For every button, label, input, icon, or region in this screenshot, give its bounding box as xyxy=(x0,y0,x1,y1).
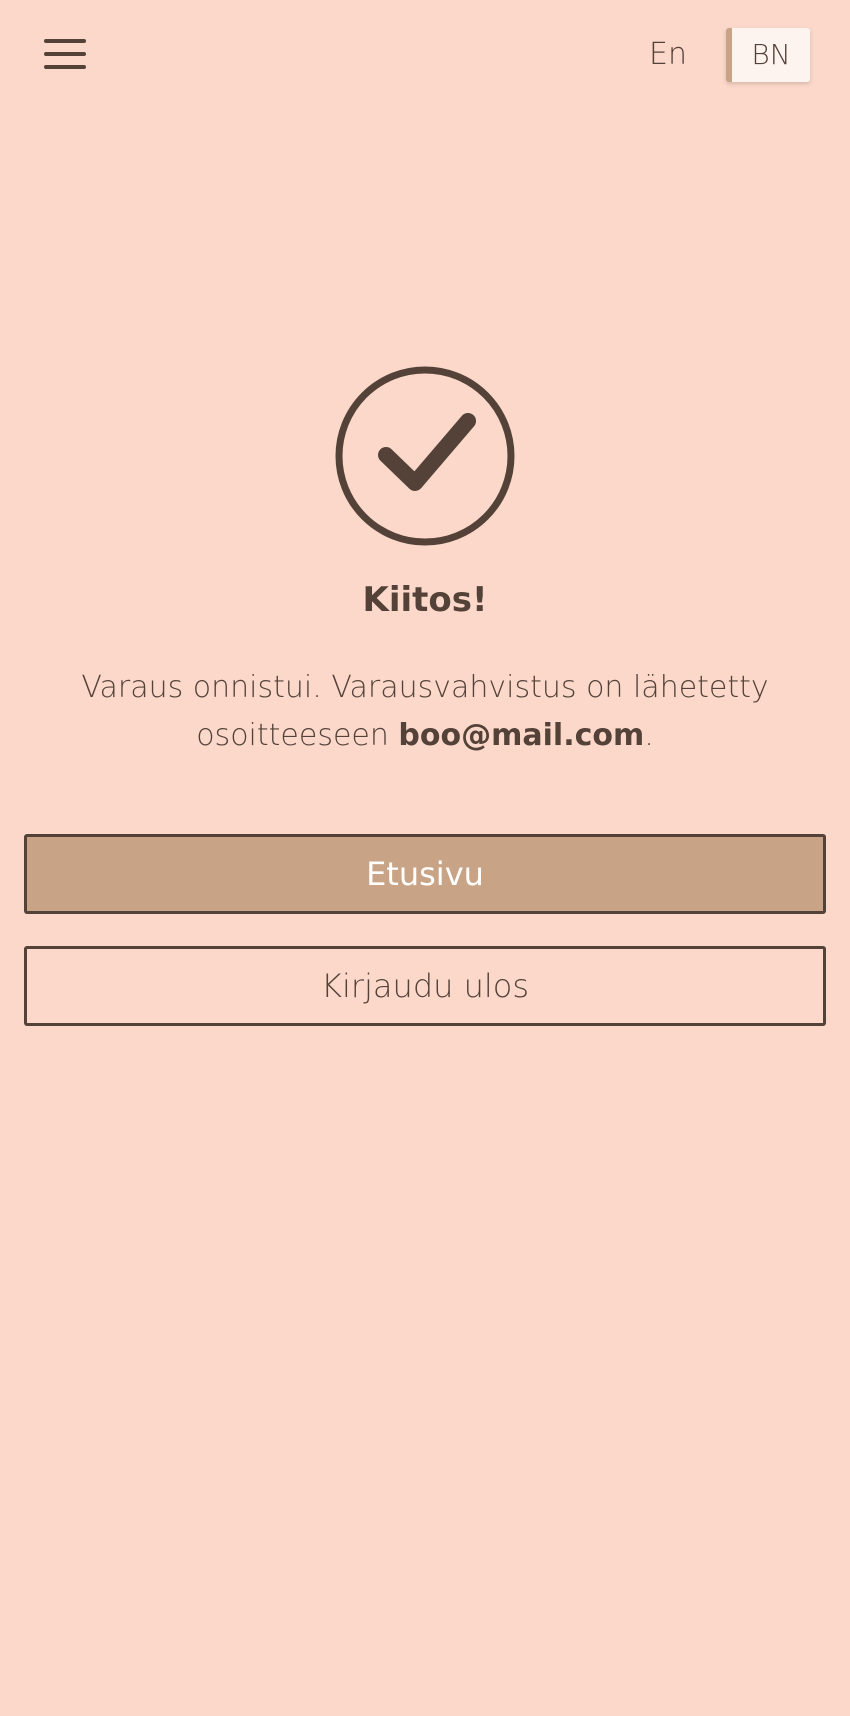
language-en-button[interactable]: En xyxy=(640,28,696,82)
menu-line xyxy=(44,52,86,56)
menu-line xyxy=(44,65,86,69)
logout-button[interactable]: Kirjaudu ulos xyxy=(24,946,826,1026)
check-circle-icon xyxy=(332,363,518,549)
confirmation-message: Varaus onnistui. Varausvahvistus on lähe… xyxy=(60,664,790,760)
message-end: . xyxy=(644,718,654,753)
menu-line xyxy=(44,39,86,43)
language-bn-button[interactable]: BN xyxy=(726,28,810,82)
confirmation-title: Kiitos! xyxy=(362,580,488,620)
top-bar: En BN xyxy=(0,0,850,110)
home-button[interactable]: Etusivu xyxy=(24,834,826,914)
hamburger-menu-icon[interactable] xyxy=(40,34,90,76)
confirmation-email: boo@mail.com xyxy=(398,718,645,753)
